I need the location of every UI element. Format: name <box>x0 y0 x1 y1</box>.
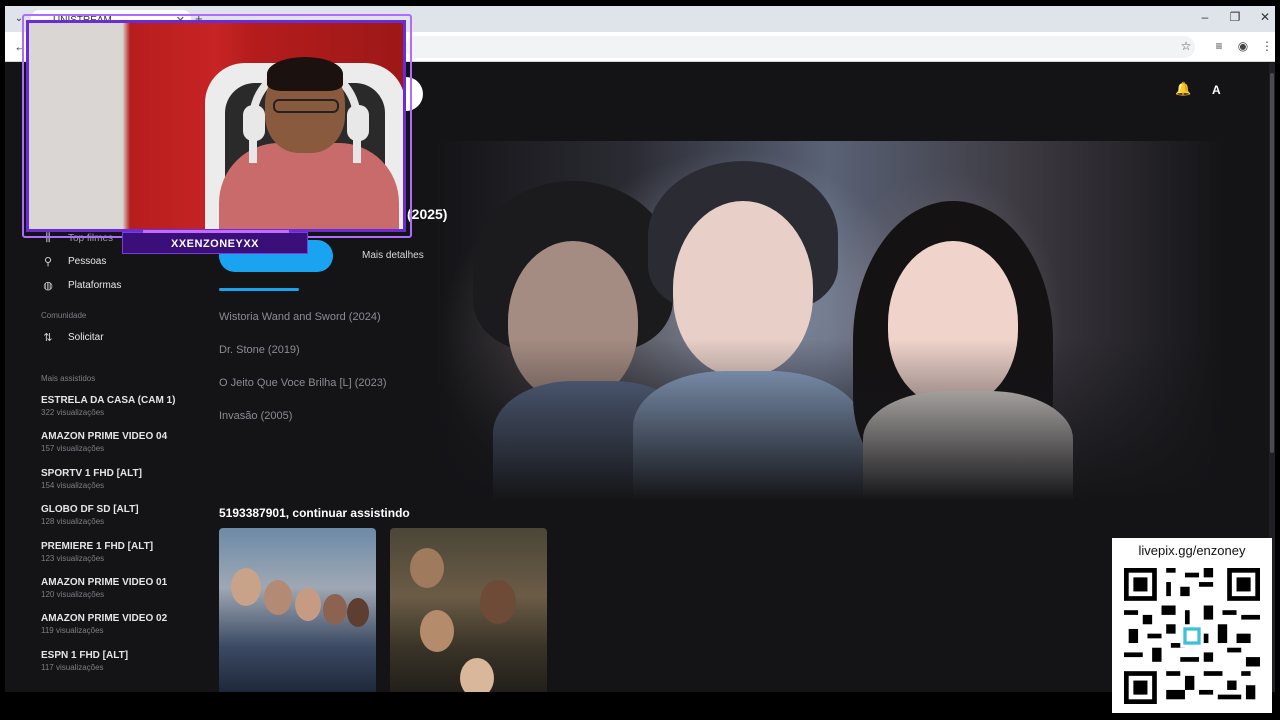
poster-face <box>295 588 321 621</box>
featured-title-item[interactable]: Wistoria Wand and Sword (2024) <box>219 311 381 323</box>
most-watched-item[interactable]: GLOBO DF SD [ALT] 128 visualizações <box>41 503 211 527</box>
poster-face <box>347 598 369 627</box>
streamer-name: XXENZONEYXX <box>170 238 260 250</box>
streamer-name-banner: XXENZONEYXX <box>122 230 308 254</box>
restore-icon[interactable]: ❐ <box>1225 10 1245 24</box>
most-watched-item[interactable]: ESTRELA DA CASA (CAM 1) 322 visualizaçõe… <box>41 394 211 418</box>
media-icon[interactable]: ≡ <box>1211 39 1227 53</box>
featured-title-item[interactable]: Invasão (2005) <box>219 410 292 422</box>
headset-earcup <box>243 105 265 141</box>
minimize-icon[interactable]: – <box>1195 10 1215 24</box>
most-watched-heading: Mais assistidos <box>41 374 96 383</box>
hero-title-year: (2025) <box>407 206 448 222</box>
webcam-overlay <box>26 20 406 232</box>
most-watched-title: GLOBO DF SD [ALT] <box>41 504 139 515</box>
most-watched-views: 119 visualizações <box>41 626 104 635</box>
tab-search-icon[interactable]: ⌄ <box>11 11 27 27</box>
more-details-button[interactable]: Mais detalhes <box>362 250 424 261</box>
featured-title-item[interactable]: O Jeito Que Voce Brilha [L] (2023) <box>219 377 387 389</box>
qr-code-icon <box>1124 568 1260 704</box>
profile-icon[interactable]: ◉ <box>1235 39 1251 53</box>
continue-watching-poster[interactable] <box>390 528 547 692</box>
most-watched-title: PREMIERE 1 FHD [ALT] <box>41 541 154 552</box>
most-watched-title: ESPN 1 FHD [ALT] <box>41 650 129 661</box>
swap-icon: ⇅ <box>43 331 53 344</box>
sidebar-item-label: Plataformas <box>68 279 122 291</box>
sidebar-item-label: Top filmes <box>68 232 114 244</box>
most-watched-views: 120 visualizações <box>41 590 105 599</box>
globe-icon: ◍ <box>43 279 53 292</box>
address-bar[interactable] <box>405 36 1195 58</box>
most-watched-views: 154 visualizações <box>41 481 105 490</box>
poster-face <box>420 610 454 652</box>
hero-banner-image[interactable] <box>433 141 1223 501</box>
person-icon: ⚲ <box>43 255 53 268</box>
poster-face <box>231 568 261 606</box>
hero-progress-bar <box>219 288 299 291</box>
sidebar-item-label: Pessoas <box>68 255 107 267</box>
poster-face <box>480 580 516 624</box>
star-icon[interactable]: ☆ <box>1178 39 1194 53</box>
sidebar-item-people[interactable]: ⚲ Pessoas <box>41 252 106 270</box>
most-watched-item[interactable]: ESPN 1 FHD [ALT] 117 visualizações <box>41 649 211 673</box>
most-watched-views: 123 visualizações <box>41 554 105 563</box>
continue-watching-poster[interactable] <box>219 528 376 692</box>
poster-face <box>323 594 347 625</box>
sidebar-item-platforms[interactable]: ◍ Plataformas <box>41 276 121 294</box>
avatar[interactable]: A <box>1212 83 1221 97</box>
most-watched-views: 322 visualizações <box>41 408 105 417</box>
poster-face <box>264 580 292 615</box>
poster-face <box>460 658 494 692</box>
person-hair <box>267 57 343 91</box>
most-watched-item[interactable]: PREMIERE 1 FHD [ALT] 123 visualizações <box>41 540 211 564</box>
most-watched-title: AMAZON PRIME VIDEO 01 <box>41 577 168 588</box>
headset-earcup <box>347 105 369 141</box>
most-watched-views: 157 visualizações <box>41 444 105 453</box>
most-watched-title: AMAZON PRIME VIDEO 02 <box>41 613 168 624</box>
most-watched-item[interactable]: AMAZON PRIME VIDEO 04 157 visualizações <box>41 430 211 454</box>
most-watched-title: ESTRELA DA CASA (CAM 1) <box>41 395 176 406</box>
continue-watching-title: 5193387901, continuar assistindo <box>219 506 410 520</box>
livepix-url: livepix.gg/enzoney <box>1138 543 1246 558</box>
scroll-thumb[interactable] <box>1270 73 1274 453</box>
featured-title-item[interactable]: Dr. Stone (2019) <box>219 344 300 356</box>
hero-fade <box>433 141 1223 501</box>
screen: ⌄ UNISTREAM ✕ + – ❐ ✕ ← ☆ ≡ ◉ ⋮ 🔔 A <box>0 0 1280 720</box>
most-watched-item[interactable]: AMAZON PRIME VIDEO 01 120 visualizações <box>41 576 211 600</box>
most-watched-views: 117 visualizações <box>41 663 104 672</box>
chart-icon: ⫼ <box>45 231 51 244</box>
bell-icon[interactable]: 🔔 <box>1175 81 1191 97</box>
most-watched-views: 128 visualizações <box>41 517 105 526</box>
most-watched-title: AMAZON PRIME VIDEO 04 <box>41 431 168 442</box>
sidebar-item-label: Solicitar <box>68 331 104 343</box>
most-watched-item[interactable]: SPORTV 1 FHD [ALT] 154 visualizações <box>41 467 211 491</box>
sidebar-item-request[interactable]: ⇅ Solicitar <box>41 328 104 346</box>
most-watched-title: SPORTV 1 FHD [ALT] <box>41 468 142 479</box>
community-heading: Comunidade <box>41 311 87 320</box>
livepix-panel: livepix.gg/enzoney <box>1112 538 1272 713</box>
glasses <box>273 99 339 113</box>
close-window-icon[interactable]: ✕ <box>1255 10 1275 24</box>
poster-face <box>410 548 444 588</box>
most-watched-item[interactable]: AMAZON PRIME VIDEO 02 119 visualizações <box>41 612 211 636</box>
kebab-menu-icon[interactable]: ⋮ <box>1259 39 1275 53</box>
